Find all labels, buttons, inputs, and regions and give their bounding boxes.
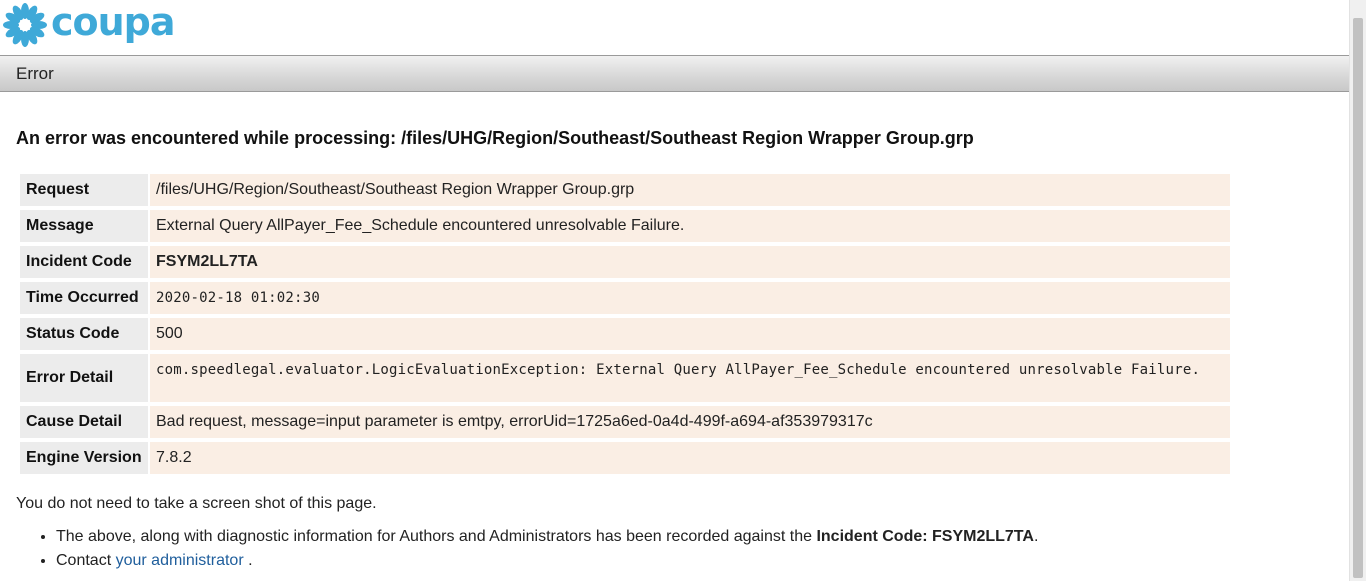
- coupa-flower-icon: [3, 3, 47, 47]
- table-row: Status Code 500: [20, 318, 1230, 350]
- recorded-incident-code: Incident Code: FSYM2LL7TA: [816, 528, 1034, 545]
- administrator-link[interactable]: your administrator: [116, 552, 244, 569]
- vertical-scrollbar[interactable]: [1349, 0, 1366, 581]
- list-item: Contact your administrator .: [56, 549, 1038, 573]
- title-bar-label: Error: [16, 64, 54, 83]
- table-row: Engine Version 7.8.2: [20, 442, 1230, 474]
- coupa-logo[interactable]: coupa: [2, 0, 176, 48]
- cause-detail-value: Bad request, message=input parameter is …: [150, 406, 1230, 438]
- table-row: Request /files/UHG/Region/Southeast/Sout…: [20, 174, 1230, 206]
- error-detail-value: com.speedlegal.evaluator.LogicEvaluation…: [150, 354, 1230, 402]
- error-heading: An error was encountered while processin…: [16, 128, 974, 148]
- notes-list: The above, along with diagnostic informa…: [16, 525, 1038, 573]
- scrollbar-thumb[interactable]: [1353, 18, 1363, 578]
- engine-version-value: 7.8.2: [150, 442, 1230, 474]
- contact-suffix: .: [243, 552, 253, 569]
- error-page: coupa Error An error was encountered whi…: [0, 0, 1349, 581]
- table-row: Time Occurred 2020-02-18 01:02:30: [20, 282, 1230, 314]
- message-value: External Query AllPayer_Fee_Schedule enc…: [150, 210, 1230, 242]
- time-occurred-value: 2020-02-18 01:02:30: [150, 282, 1230, 314]
- screenshot-note: You do not need to take a screen shot of…: [16, 495, 377, 512]
- message-label: Message: [20, 210, 148, 242]
- time-occurred-label: Time Occurred: [20, 282, 148, 314]
- cause-detail-label: Cause Detail: [20, 406, 148, 438]
- incident-code-label: Incident Code: [20, 246, 148, 278]
- header: coupa: [0, 0, 1349, 55]
- title-bar: Error: [0, 55, 1349, 92]
- table-row: Incident Code FSYM2LL7TA: [20, 246, 1230, 278]
- status-code-value: 500: [150, 318, 1230, 350]
- table-row: Cause Detail Bad request, message=input …: [20, 406, 1230, 438]
- contact-text: Contact: [56, 552, 116, 569]
- incident-code-value: FSYM2LL7TA: [150, 246, 1230, 278]
- recorded-text: The above, along with diagnostic informa…: [56, 528, 817, 545]
- brand-name: coupa: [51, 0, 176, 44]
- table-row: Message External Query AllPayer_Fee_Sche…: [20, 210, 1230, 242]
- recorded-suffix: .: [1033, 528, 1039, 545]
- status-code-label: Status Code: [20, 318, 148, 350]
- engine-version-label: Engine Version: [20, 442, 148, 474]
- error-detail-table: Request /files/UHG/Region/Southeast/Sout…: [18, 170, 1232, 478]
- request-label: Request: [20, 174, 148, 206]
- error-detail-label: Error Detail: [20, 354, 148, 402]
- request-value: /files/UHG/Region/Southeast/Southeast Re…: [150, 174, 1230, 206]
- table-row: Error Detail com.speedlegal.evaluator.Lo…: [20, 354, 1230, 402]
- list-item: The above, along with diagnostic informa…: [56, 525, 1038, 549]
